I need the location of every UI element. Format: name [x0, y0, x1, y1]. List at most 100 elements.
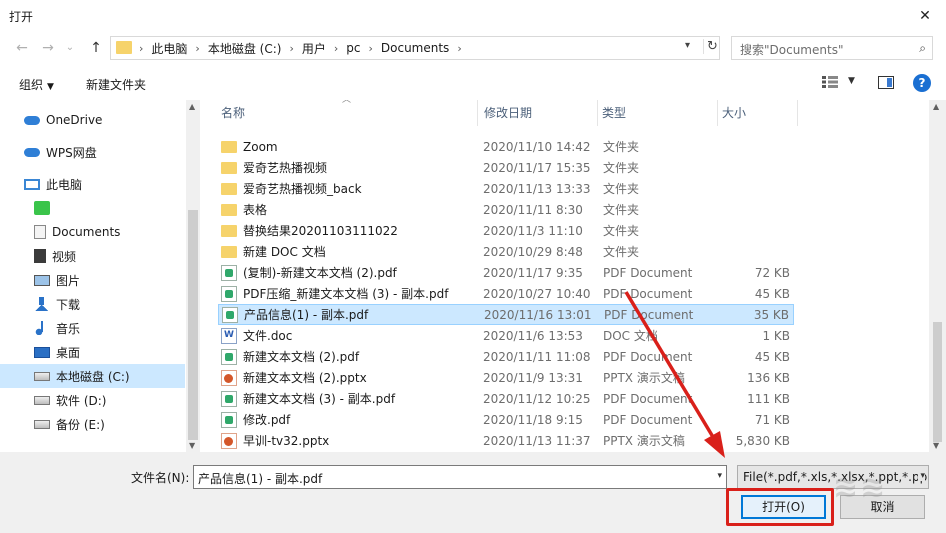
download-icon	[34, 297, 50, 311]
file-date: 2020/11/16 13:01	[484, 307, 592, 322]
breadcrumb-separator-icon[interactable]: ›	[368, 42, 372, 55]
scroll-up-icon[interactable]: ▲	[189, 102, 195, 111]
file-row[interactable]: 早训-tv32.pptx 2020/11/13 11:37 PPTX 演示文稿 5,8…	[218, 430, 794, 451]
sidebar-item[interactable]: 软件 (D:)	[0, 388, 185, 412]
scrollbar-thumb[interactable]	[188, 210, 198, 440]
refresh-icon[interactable]: ↻	[703, 39, 719, 54]
address-dropdown-icon[interactable]: ▾	[685, 40, 690, 51]
file-row[interactable]: 新建文本文档 (2).pdf 2020/11/11 11:08 PDF Docume…	[218, 346, 794, 367]
column-header-name[interactable]: 名称	[200, 100, 478, 126]
file-size: 111 KB	[747, 391, 790, 406]
scroll-down-icon[interactable]: ▼	[933, 441, 939, 450]
view-dropdown-icon[interactable]: ▼	[848, 76, 855, 86]
open-button[interactable]: 打开(O)	[741, 495, 826, 519]
sidebar-item[interactable]: 备份 (E:)	[0, 412, 185, 436]
column-header-row: ︿ 名称 修改日期 类型 大小	[200, 100, 930, 126]
breadcrumb-item[interactable]: pc	[346, 41, 360, 55]
scroll-up-icon[interactable]: ▲	[933, 102, 939, 111]
file-row[interactable]: (复制)-新建文本文档 (2).pdf 2020/11/17 9:35 PDF Do…	[218, 262, 794, 283]
documents-icon	[34, 225, 46, 239]
file-row[interactable]: 爱奇艺热播视频 2020/11/17 15:35 文件夹	[218, 157, 794, 178]
file-date: 2020/11/17 15:35	[483, 160, 591, 175]
ppt-file-icon	[221, 432, 237, 449]
help-icon[interactable]: ?	[913, 74, 931, 92]
file-type: PDF Document	[603, 265, 693, 280]
file-type-value: File(*.pdf,*.xls,*.xlsx,*.ppt,*.pp	[743, 470, 928, 484]
breadcrumb-item[interactable]: 本地磁盘 (C:)	[208, 40, 282, 57]
breadcrumb-separator-icon[interactable]: ›	[289, 42, 293, 55]
file-type: PDF Document	[604, 307, 694, 322]
file-row[interactable]: 新建文本文档 (3) - 副本.pdf 2020/11/12 10:25 PDF D…	[218, 388, 794, 409]
sidebar-item[interactable]: 下载	[0, 292, 185, 316]
preview-pane-icon[interactable]	[878, 76, 894, 89]
search-input[interactable]: 搜索"Documents"	[740, 41, 843, 58]
sidebar-item-label: 下载	[56, 297, 81, 312]
sidebar-item[interactable]: Documents	[0, 220, 185, 244]
search-icon[interactable]: ⌕	[919, 41, 926, 56]
column-header-size[interactable]: 大小	[718, 100, 798, 126]
file-row[interactable]: 产品信息(1) - 副本.pdf 2020/11/16 13:01 PDF Docu…	[218, 304, 794, 325]
file-row[interactable]: Zoom 2020/11/10 14:42 文件夹	[218, 136, 794, 157]
drive-icon	[34, 419, 50, 429]
desktop-icon	[34, 346, 50, 358]
column-header-date[interactable]: 修改日期	[478, 100, 598, 126]
file-row[interactable]: 文件.doc 2020/11/6 13:53 DOC 文档 1 KB	[218, 325, 794, 346]
file-list-scrollbar[interactable]: ▲ ▼	[929, 100, 946, 452]
breadcrumb-separator-icon[interactable]: ›	[334, 42, 338, 55]
organize-menu-button[interactable]: 组织 ▼	[19, 76, 54, 93]
up-arrow-icon[interactable]: ↑	[86, 38, 106, 58]
file-type-dropdown-icon[interactable]: ▾	[918, 471, 925, 481]
recent-locations-dropdown-icon[interactable]: ⌄	[60, 38, 80, 58]
breadcrumb-separator-icon[interactable]: ›	[139, 42, 143, 55]
sidebar-item[interactable]: 视频	[0, 244, 185, 268]
sidebar-item-label: 图片	[56, 273, 81, 288]
file-row[interactable]: 替换结果20201103111022 2020/11/3 11:10 文件夹	[218, 220, 794, 241]
file-row[interactable]: 新建 DOC 文档 2020/10/29 8:48 文件夹	[218, 241, 794, 262]
breadcrumb-item[interactable]: Documents	[381, 41, 449, 55]
sidebar-item[interactable]: 图片	[0, 268, 185, 292]
cancel-button[interactable]: 取消	[840, 495, 925, 519]
pdf-file-icon	[221, 348, 237, 365]
pdf-file-icon	[221, 264, 237, 281]
file-row[interactable]: 爱奇艺热播视频_back 2020/11/13 13:33 文件夹	[218, 178, 794, 199]
sidebar-item-label: 本地磁盘 (C:)	[56, 369, 130, 384]
search-box[interactable]: 搜索"Documents" ⌕	[731, 36, 933, 60]
breadcrumb: › 此电脑 › 本地磁盘 (C:) › 用户 › pc › Documents ›	[139, 37, 470, 59]
sidebar-item[interactable]: 本地磁盘 (C:)	[0, 364, 185, 388]
folder-icon	[116, 41, 132, 54]
filename-value[interactable]: 产品信息(1) - 副本.pdf	[198, 470, 322, 487]
file-row[interactable]: 表格 2020/11/11 8:30 文件夹	[218, 199, 794, 220]
filename-field[interactable]: 产品信息(1) - 副本.pdf ▾	[193, 465, 727, 489]
address-bar[interactable]: › 此电脑 › 本地磁盘 (C:) › 用户 › pc › Documents › ▾ ↻	[110, 36, 720, 60]
file-row[interactable]: 新建文本文档 (2).pptx 2020/11/9 13:31 PPTX 演示文稿 1…	[218, 367, 794, 388]
close-icon[interactable]: ✕	[904, 0, 946, 32]
sidebar-item[interactable]: 此电脑	[0, 172, 185, 196]
file-type-select[interactable]: File(*.pdf,*.xls,*.xlsx,*.ppt,*.pp ▾	[737, 465, 929, 489]
sidebar-item[interactable]: WPS网盘	[0, 140, 185, 164]
file-row[interactable]: PDF压缩_新建文本文档 (3) - 副本.pdf 2020/10/27 10:4…	[218, 283, 794, 304]
new-folder-button[interactable]: 新建文件夹	[86, 76, 146, 93]
sidebar-item-label: WPS网盘	[46, 145, 97, 160]
view-options-icon[interactable]	[822, 76, 838, 88]
scrollbar-thumb[interactable]	[933, 322, 942, 442]
breadcrumb-separator-icon[interactable]: ›	[195, 42, 199, 55]
column-header-type[interactable]: 类型	[598, 100, 718, 126]
file-date: 2020/11/11 11:08	[483, 349, 591, 364]
sidebar-item[interactable]	[0, 196, 185, 220]
sidebar-item[interactable]: OneDrive	[0, 108, 185, 132]
sidebar-item[interactable]: 音乐	[0, 316, 185, 340]
back-arrow-icon[interactable]: ←	[12, 38, 32, 58]
navigation-scrollbar[interactable]: ▲ ▼	[186, 100, 200, 452]
file-type: PDF Document	[603, 286, 693, 301]
file-row[interactable]: 修改.pdf 2020/11/18 9:15 PDF Document 71 KB	[218, 409, 794, 430]
file-size: 5,830 KB	[735, 433, 790, 448]
breadcrumb-separator-icon[interactable]: ›	[457, 42, 461, 55]
filename-dropdown-icon[interactable]: ▾	[717, 471, 722, 481]
breadcrumb-item[interactable]: 用户	[302, 40, 326, 57]
breadcrumb-item[interactable]: 此电脑	[151, 40, 187, 57]
file-name: Zoom	[243, 139, 278, 154]
sidebar-item[interactable]: 桌面	[0, 340, 185, 364]
file-size: 1 KB	[762, 328, 790, 343]
scroll-down-icon[interactable]: ▼	[189, 441, 195, 450]
forward-arrow-icon[interactable]: →	[38, 38, 58, 58]
